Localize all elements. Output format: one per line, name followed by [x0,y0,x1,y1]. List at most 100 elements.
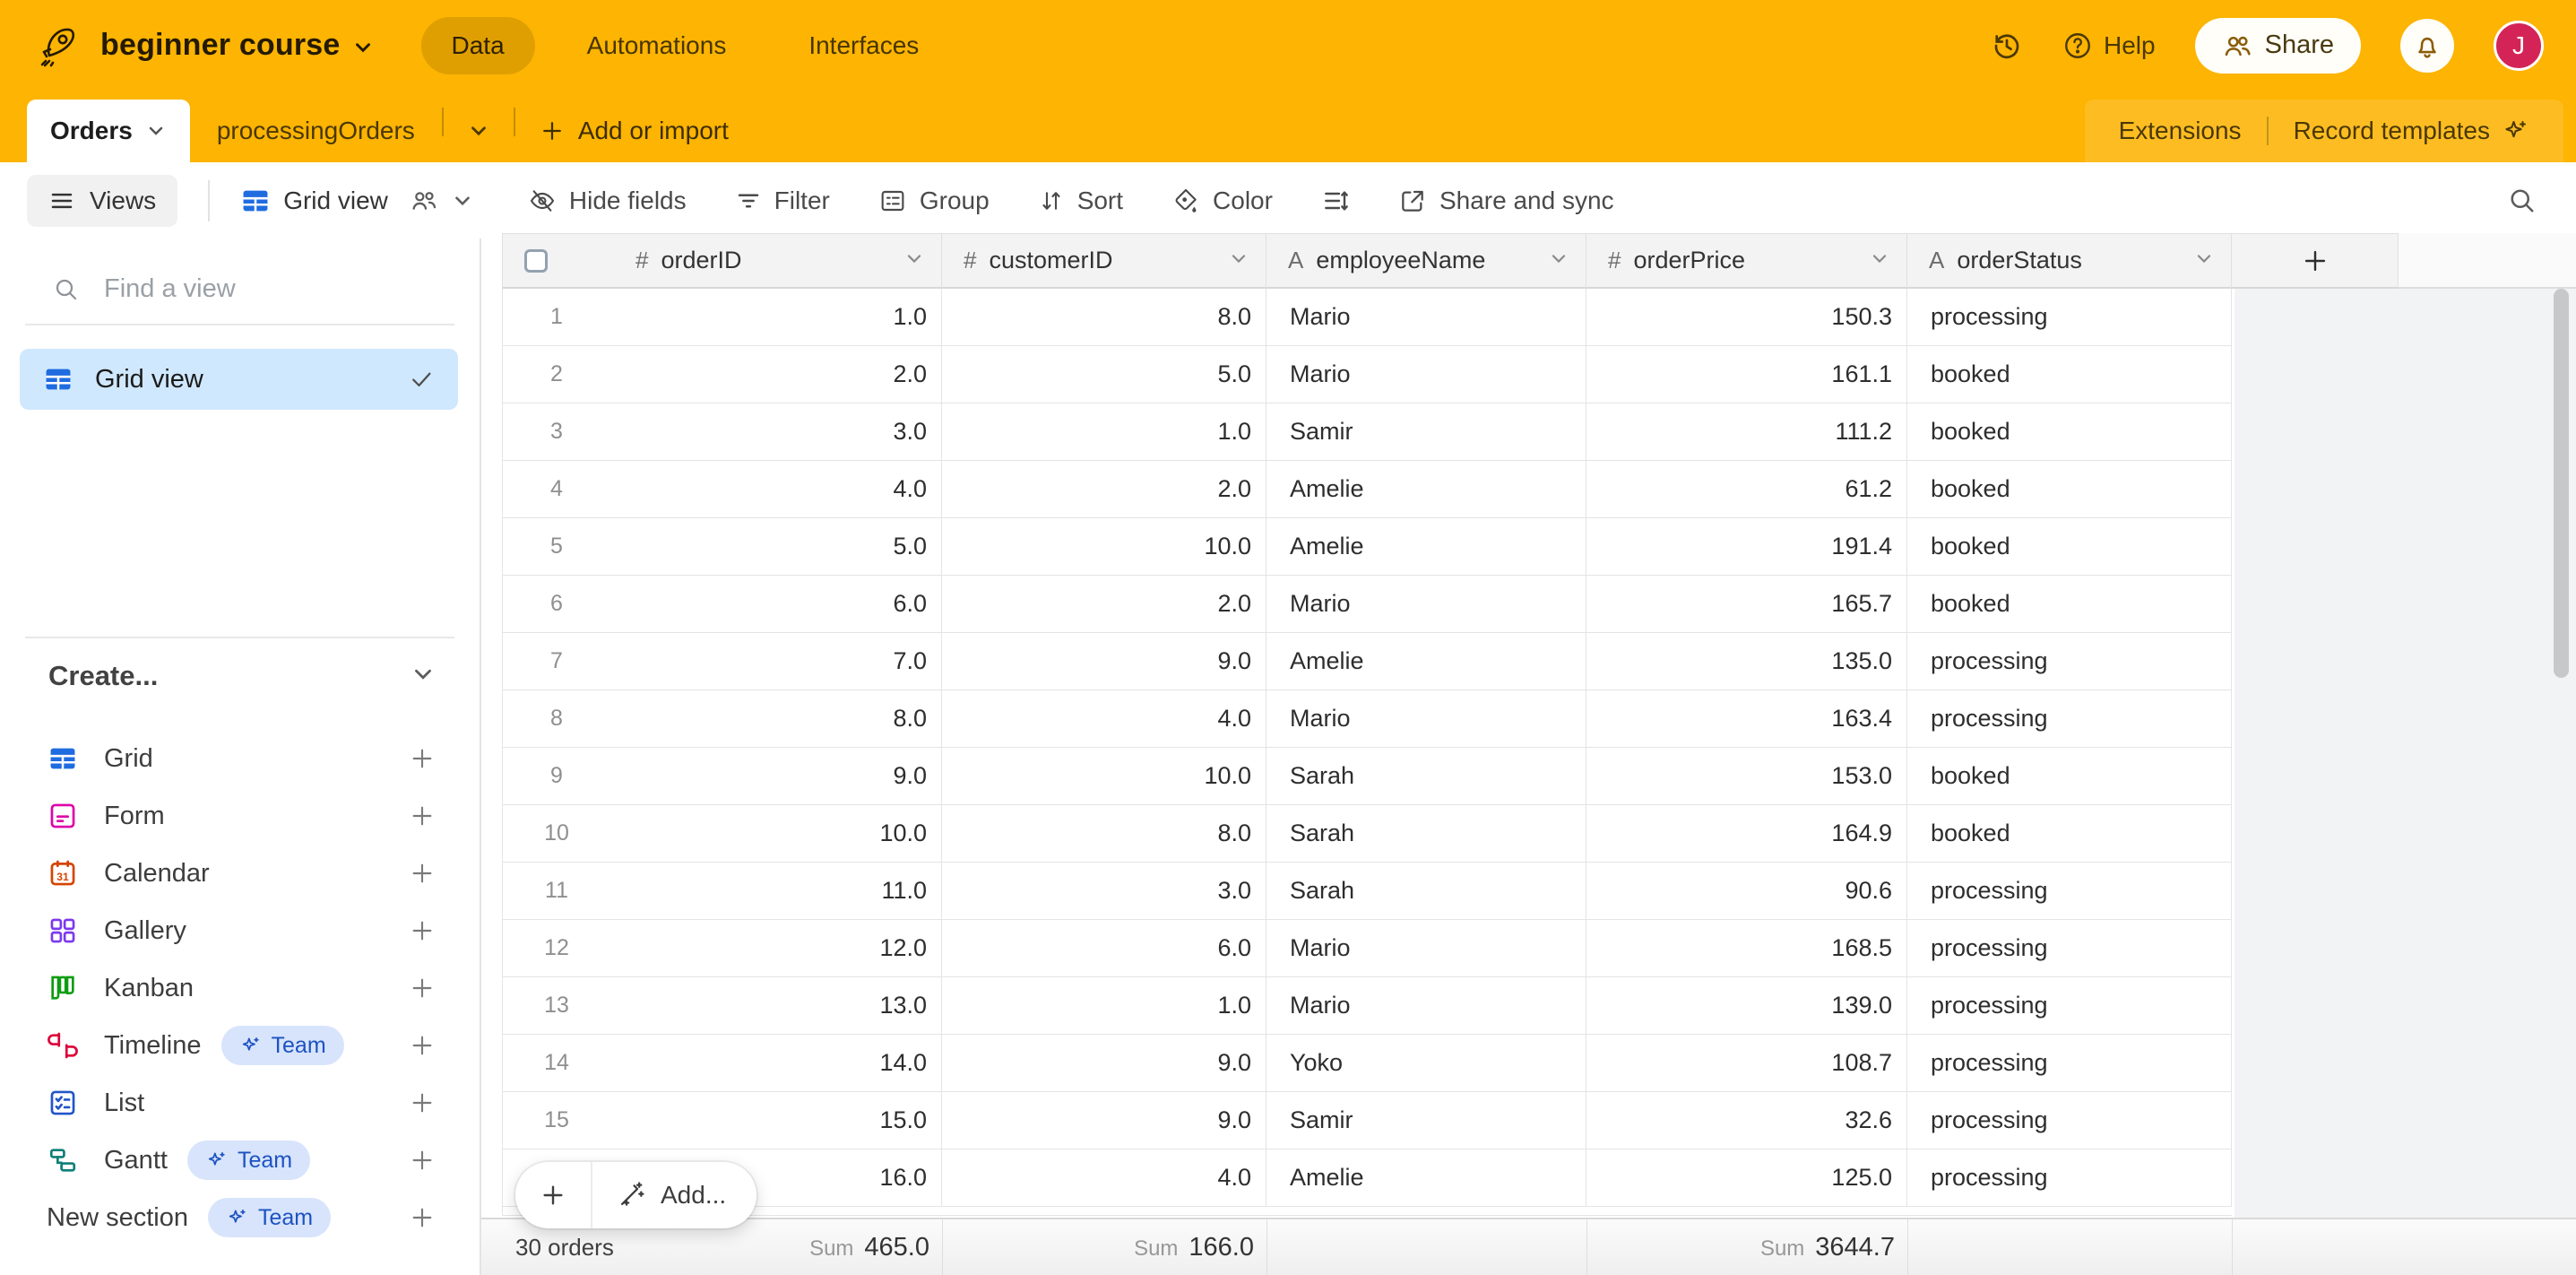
table-row[interactable]: 77.09.0Amelie135.0processing [502,633,2232,690]
cell-orderprice[interactable]: 164.9 [1586,805,1907,863]
create-item-gantt[interactable]: GanttTeam [0,1132,480,1189]
cell-orderid[interactable]: 66.0 [503,576,942,633]
add-view-button[interactable] [408,916,437,945]
cell-orderprice[interactable]: 163.4 [1586,690,1907,748]
create-item-grid[interactable]: Grid [0,730,480,787]
cell-customerid[interactable]: 10.0 [942,518,1266,576]
cell-customerid[interactable]: 4.0 [942,1149,1266,1207]
vertical-scrollbar[interactable] [2554,289,2569,678]
cell-orderprice[interactable]: 153.0 [1586,748,1907,805]
add-view-button[interactable] [408,744,437,773]
table-row[interactable]: 22.05.0Mario161.1booked [502,346,2232,403]
cell-orderid[interactable]: 1212.0 [503,920,942,977]
create-section-header[interactable]: Create... [0,660,480,692]
create-item-gallery[interactable]: Gallery [0,902,480,959]
cell-employeename[interactable]: Amelie [1266,518,1586,576]
cell-customerid[interactable]: 8.0 [942,289,1266,346]
cell-orderstatus[interactable]: booked [1907,748,2232,805]
cell-orderprice[interactable]: 161.1 [1586,346,1907,403]
cell-employeename[interactable]: Mario [1266,920,1586,977]
add-view-button[interactable] [408,859,437,888]
cell-customerid[interactable]: 10.0 [942,748,1266,805]
cell-employeename[interactable]: Amelie [1266,461,1586,518]
sidebar-view-grid-view[interactable]: Grid view [20,349,458,410]
cell-customerid[interactable]: 1.0 [942,403,1266,461]
base-title-button[interactable]: beginner course [100,28,375,63]
share-and-sync-button[interactable]: Share and sync [1398,186,1614,215]
cell-orderprice[interactable]: 150.3 [1586,289,1907,346]
cell-employeename[interactable]: Samir [1266,1092,1586,1149]
cell-orderid[interactable]: 99.0 [503,748,942,805]
cell-customerid[interactable]: 8.0 [942,805,1266,863]
cell-orderid[interactable]: 77.0 [503,633,942,690]
cell-orderstatus[interactable]: processing [1907,1149,2232,1207]
add-view-button[interactable] [408,1146,437,1175]
column-header-orderstatus[interactable]: AorderStatus [1907,233,2232,289]
cell-orderprice[interactable]: 32.6 [1586,1092,1907,1149]
cell-employeename[interactable]: Mario [1266,690,1586,748]
cell-orderstatus[interactable]: booked [1907,346,2232,403]
table-row[interactable]: 1111.03.0Sarah90.6processing [502,863,2232,920]
cell-orderid[interactable]: 22.0 [503,346,942,403]
row-height-button[interactable] [1321,186,1350,215]
cell-employeename[interactable]: Yoko [1266,1035,1586,1092]
cell-employeename[interactable]: Mario [1266,977,1586,1035]
cell-orderprice[interactable]: 165.7 [1586,576,1907,633]
table-row[interactable]: 1010.08.0Sarah164.9booked [502,805,2232,863]
sort-button[interactable]: Sort [1038,186,1123,215]
create-item-kanban[interactable]: Kanban [0,959,480,1017]
cell-employeename[interactable]: Mario [1266,576,1586,633]
cell-orderid[interactable]: 11.0 [503,289,942,346]
chevron-down-icon[interactable] [1228,247,1249,273]
cell-employeename[interactable]: Amelie [1266,1149,1586,1207]
cell-orderid[interactable]: 55.0 [503,518,942,576]
cell-customerid[interactable]: 4.0 [942,690,1266,748]
cell-orderstatus[interactable]: processing [1907,1035,2232,1092]
cell-orderprice[interactable]: 135.0 [1586,633,1907,690]
column-header-customerid[interactable]: #customerID [942,233,1266,289]
filter-button[interactable]: Filter [735,186,830,215]
create-item-list[interactable]: List [0,1074,480,1132]
add-record-plus-button[interactable] [515,1162,592,1228]
table-row[interactable]: 33.01.0Samir111.2booked [502,403,2232,461]
table-row[interactable]: 1515.09.0Samir32.6processing [502,1092,2232,1149]
table-row[interactable]: 1313.01.0Mario139.0processing [502,977,2232,1035]
table-row[interactable]: 55.010.0Amelie191.4booked [502,518,2232,576]
table-row[interactable]: 88.04.0Mario163.4processing [502,690,2232,748]
group-button[interactable]: Group [878,186,990,215]
cell-orderstatus[interactable]: processing [1907,289,2232,346]
table-row[interactable]: 44.02.0Amelie61.2booked [502,461,2232,518]
create-item-form[interactable]: Form [0,787,480,845]
cell-employeename[interactable]: Sarah [1266,863,1586,920]
color-button[interactable]: Color [1171,186,1273,215]
add-view-button[interactable] [408,1203,437,1232]
cell-customerid[interactable]: 6.0 [942,920,1266,977]
add-view-button[interactable] [408,1089,437,1117]
add-with-ai-button[interactable]: Add... [592,1180,756,1210]
table-row[interactable]: 99.010.0Sarah153.0booked [502,748,2232,805]
cell-orderstatus[interactable]: processing [1907,690,2232,748]
cell-customerid[interactable]: 2.0 [942,576,1266,633]
cell-orderstatus[interactable]: processing [1907,1092,2232,1149]
nav-tab-automations[interactable]: Automations [557,17,757,74]
cell-orderprice[interactable]: 90.6 [1586,863,1907,920]
cell-orderprice[interactable]: 108.7 [1586,1035,1907,1092]
cell-orderid[interactable]: 1111.0 [503,863,942,920]
find-a-view-input[interactable] [104,274,400,304]
chevron-down-icon[interactable] [903,247,925,273]
views-button[interactable]: Views [27,175,177,227]
chevron-down-icon[interactable] [1869,247,1890,273]
chevron-down-icon[interactable] [2193,247,2215,273]
cell-orderprice[interactable]: 191.4 [1586,518,1907,576]
cell-orderstatus[interactable]: booked [1907,805,2232,863]
extensions-button[interactable]: Extensions [2094,100,2267,162]
share-button[interactable]: Share [2195,18,2361,74]
cell-customerid[interactable]: 9.0 [942,1092,1266,1149]
add-view-button[interactable] [408,802,437,830]
cell-orderid[interactable]: 44.0 [503,461,942,518]
cell-orderid[interactable]: 1010.0 [503,805,942,863]
create-item-timeline[interactable]: TimelineTeam [0,1017,480,1074]
notifications-button[interactable] [2400,19,2454,73]
nav-tab-interfaces[interactable]: Interfaces [778,17,949,74]
tab-list-dropdown[interactable] [444,100,514,162]
